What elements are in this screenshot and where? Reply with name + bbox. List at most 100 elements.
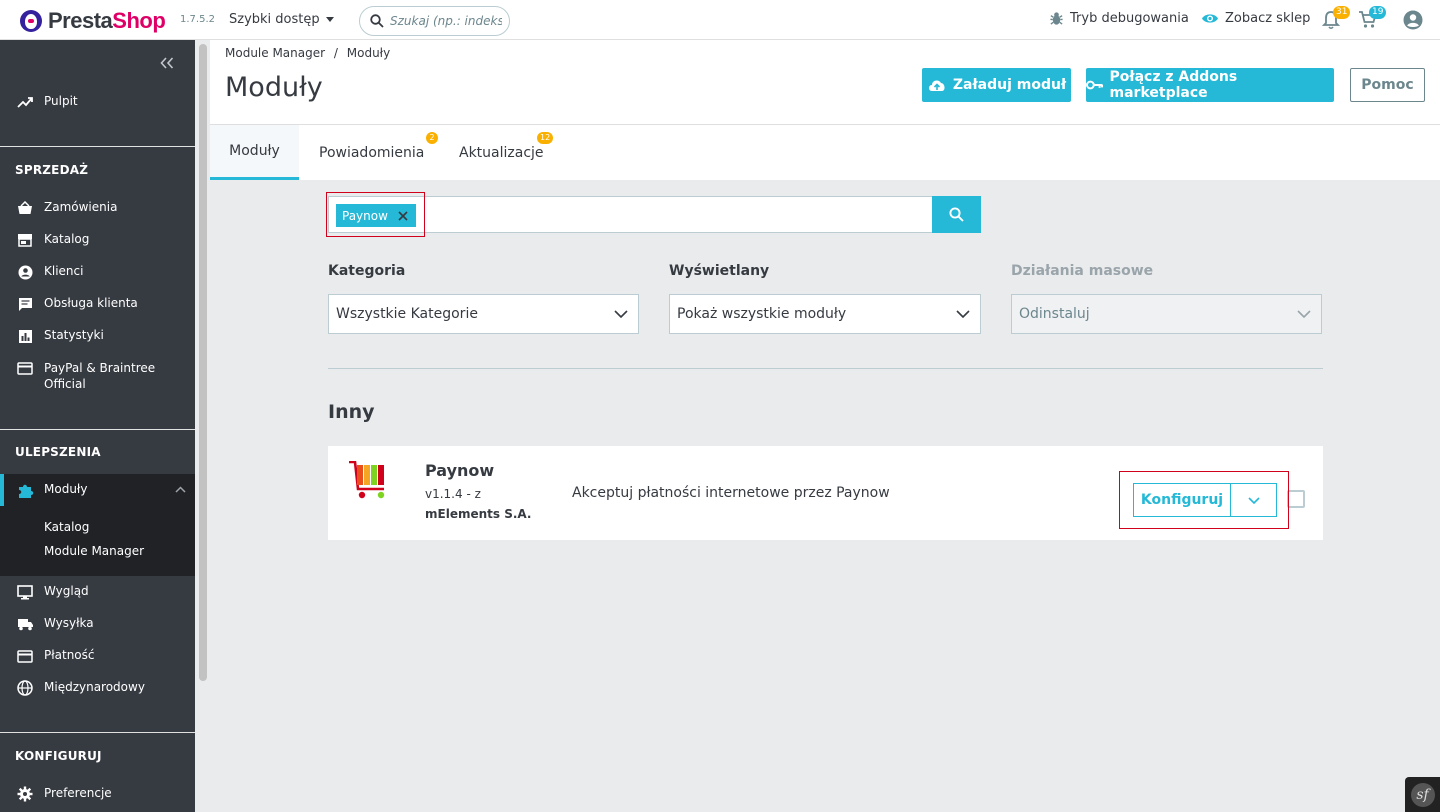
puffin-logo-icon	[20, 10, 42, 32]
view-shop-label: Zobacz sklep	[1225, 11, 1311, 26]
globe-icon	[16, 680, 34, 696]
module-version: v1.1.4 - z	[425, 487, 481, 501]
sidebar: Pulpit SPRZEDAŻ Zamówienia Katalog Klien…	[0, 40, 195, 812]
chevron-up-icon	[175, 486, 186, 493]
category-select-value: Wszystkie Kategorie	[336, 306, 478, 322]
sidebar-item-catalog[interactable]: Katalog	[0, 232, 195, 248]
user-account-icon	[1403, 10, 1423, 30]
help-label: Pomoc	[1361, 77, 1414, 93]
sidebar-item-international[interactable]: Międzynarodowy	[0, 680, 195, 696]
sidebar-item-stats[interactable]: Statystyki	[0, 328, 195, 344]
module-select-checkbox[interactable]	[1287, 490, 1305, 508]
collapse-sidebar-button[interactable]	[160, 54, 174, 73]
display-select[interactable]: Pokaż wszystkie moduły	[669, 294, 981, 334]
eye-icon	[1202, 14, 1218, 23]
sidebar-scrollbar[interactable]	[199, 44, 207, 681]
notifications-button[interactable]: 31	[1321, 6, 1351, 34]
connect-addons-label: Połącz z Addons marketplace	[1109, 69, 1238, 101]
logo-text: PrestaShop	[48, 8, 166, 33]
double-chevron-left-icon	[160, 57, 174, 69]
quick-access-dropdown[interactable]: Szybki dostęp	[229, 12, 334, 27]
category-filter-label: Kategoria	[328, 263, 406, 279]
sidebar-item-label: Katalog	[44, 232, 90, 246]
upload-module-button[interactable]: Załaduj moduł	[922, 68, 1071, 102]
breadcrumb: Module Manager / Moduły	[225, 46, 390, 60]
prestashop-logo[interactable]: PrestaShop	[20, 8, 166, 34]
caret-down-icon	[325, 17, 334, 22]
sidebar-heading-sell: SPRZEDAŻ	[15, 163, 89, 177]
sidebar-item-payment[interactable]: Płatność	[0, 648, 195, 664]
sidebar-item-label: Statystyki	[44, 328, 104, 342]
help-button[interactable]: Pomoc	[1350, 68, 1425, 102]
sidebar-item-shipping[interactable]: Wysyłka	[0, 616, 195, 632]
sidebar-divider	[0, 732, 195, 733]
symfony-toolbar-toggle[interactable]: sf	[1405, 777, 1440, 812]
tab-label: Powiadomienia	[319, 144, 425, 161]
submenu-item-catalog[interactable]: Katalog	[44, 520, 89, 534]
sidebar-item-label: Preferencje	[44, 786, 112, 800]
updates-count-badge: 12	[537, 132, 554, 144]
sidebar-item-label: PayPal & Braintree Official	[44, 361, 156, 391]
sidebar-item-label: Pulpit	[44, 94, 78, 108]
debug-mode-link[interactable]: Tryb debugowania	[1049, 11, 1189, 26]
sidebar-item-customer-service[interactable]: Obsługa klienta	[0, 296, 195, 312]
chevron-down-icon	[614, 310, 628, 318]
paynow-logo-icon	[349, 461, 385, 499]
sidebar-item-modules[interactable]: Moduły	[0, 482, 195, 498]
modules-submenu	[0, 506, 195, 576]
module-description: Akceptuj płatności internetowe przez Pay…	[572, 485, 890, 501]
tab-modules[interactable]: Moduły	[210, 125, 299, 180]
module-search-button[interactable]	[932, 196, 981, 233]
breadcrumb-separator: /	[333, 46, 338, 60]
basket-icon	[16, 200, 34, 216]
header-search-input[interactable]	[390, 14, 502, 28]
sidebar-item-label: Moduły	[44, 482, 88, 496]
sidebar-item-orders[interactable]: Zamówienia	[0, 200, 195, 216]
sidebar-heading-configure: KONFIGURUJ	[15, 749, 102, 763]
sidebar-item-customers[interactable]: Klienci	[0, 264, 195, 280]
bulk-actions-value: Odinstaluj	[1019, 306, 1090, 322]
search-icon	[949, 207, 964, 222]
tab-updates[interactable]: Aktualizacje 12	[459, 125, 554, 180]
view-shop-link[interactable]: Zobacz sklep	[1201, 11, 1310, 26]
sidebar-item-label: Klienci	[44, 264, 84, 278]
account-button[interactable]	[1403, 10, 1423, 34]
gear-icon	[16, 786, 34, 802]
sidebar-item-label: Obsługa klienta	[44, 296, 138, 310]
tab-notifications[interactable]: Powiadomienia 2	[319, 125, 438, 180]
store-icon	[16, 232, 34, 248]
bulk-actions-select: Odinstaluj	[1011, 294, 1322, 334]
category-select[interactable]: Wszystkie Kategorie	[328, 294, 639, 334]
module-author: mElements S.A.	[425, 507, 532, 521]
sidebar-item-label: Zamówienia	[44, 200, 118, 214]
version-label: 1.7.5.2	[180, 14, 215, 25]
notifications-badge: 31	[1333, 6, 1351, 19]
module-tabs: Moduły Powiadomienia 2 Aktualizacje 12	[210, 125, 1440, 180]
module-name: Paynow	[425, 461, 495, 480]
display-select-value: Pokaż wszystkie moduły	[677, 306, 847, 322]
chevron-down-icon	[956, 310, 970, 318]
monitor-icon	[16, 584, 34, 600]
breadcrumb-current: Moduły	[346, 46, 391, 60]
sidebar-item-paypal[interactable]: PayPal & Braintree Official	[0, 360, 195, 392]
header-search[interactable]	[359, 6, 510, 36]
cloud-upload-icon	[928, 80, 945, 91]
sidebar-item-preferences[interactable]: Preferencje	[0, 786, 195, 802]
truck-icon	[16, 616, 34, 632]
connect-addons-button[interactable]: Połącz z Addons marketplace	[1086, 68, 1334, 102]
bar-chart-icon	[16, 328, 34, 344]
credit-card-icon	[16, 360, 34, 376]
tab-label: Aktualizacje	[459, 144, 544, 161]
highlight-configure	[1119, 471, 1289, 529]
sidebar-item-dashboard[interactable]: Pulpit	[0, 94, 195, 110]
upload-module-label: Załaduj moduł	[952, 77, 1067, 93]
credit-card-icon	[16, 648, 34, 664]
display-filter-label: Wyświetlany	[669, 263, 770, 279]
submenu-item-module-manager[interactable]: Module Manager	[44, 544, 144, 558]
orders-button[interactable]: 19	[1358, 6, 1387, 33]
bulk-actions-label: Działania masowe	[1011, 263, 1154, 279]
sidebar-heading-improve: ULEPSZENIA	[15, 445, 101, 459]
breadcrumb-module-manager[interactable]: Module Manager	[225, 46, 325, 60]
page-header: Module Manager / Moduły Moduły Załaduj m…	[210, 40, 1440, 125]
sidebar-item-design[interactable]: Wygląd	[0, 584, 195, 600]
